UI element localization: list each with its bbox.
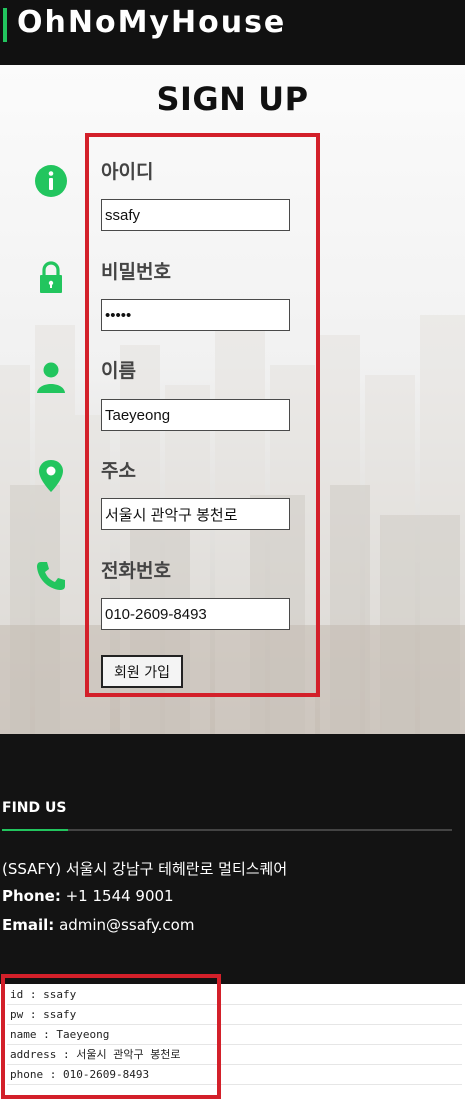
name-input[interactable] — [101, 399, 290, 431]
map-pin-icon — [33, 458, 69, 494]
address-label: 주소 — [101, 460, 136, 482]
id-input[interactable] — [101, 199, 290, 231]
footer-email-value[interactable]: admin@ssafy.com — [59, 916, 194, 934]
site-footer: FIND US (SSAFY) 서울시 강남구 테헤란로 멀티스퀘어 Phone… — [0, 734, 465, 984]
id-label: 아이디 — [101, 161, 154, 183]
brand-accent-bar — [3, 8, 7, 42]
name-label: 이름 — [101, 360, 136, 382]
footer-phone: Phone: +1 1544 9001 — [2, 887, 174, 905]
password-input[interactable] — [101, 299, 290, 331]
signup-submit-button[interactable]: 회원 가입 — [101, 655, 183, 688]
user-icon — [33, 359, 69, 395]
page-title: SIGN UP — [156, 80, 309, 118]
find-us-divider — [2, 829, 452, 831]
footer-email-label: Email: — [2, 916, 55, 934]
address-input[interactable] — [101, 498, 290, 530]
site-header: OhNoMyHouse — [0, 0, 465, 65]
phone-label: 전화번호 — [101, 560, 171, 582]
footer-phone-value: +1 1544 9001 — [65, 887, 174, 905]
footer-address: (SSAFY) 서울시 강남구 테헤란로 멀티스퀘어 — [2, 860, 288, 878]
footer-email: Email: admin@ssafy.com — [2, 916, 194, 934]
info-icon — [33, 163, 69, 199]
password-label: 비밀번호 — [101, 261, 171, 283]
footer-phone-label: Phone: — [2, 887, 61, 905]
phone-input[interactable] — [101, 598, 290, 630]
phone-icon — [33, 558, 69, 594]
find-us-heading: FIND US — [2, 800, 67, 816]
output-highlight-box — [1, 974, 221, 1099]
signup-section: SIGN UP 아이디 비밀번호 이름 주소 전화번호 회원 가입 — [0, 65, 465, 734]
output-panel: id : ssafy pw : ssafy name : Taeyeong ad… — [0, 974, 465, 1102]
find-us-accent — [2, 829, 68, 831]
lock-icon — [33, 259, 69, 295]
brand-logo[interactable]: OhNoMyHouse — [17, 4, 286, 42]
